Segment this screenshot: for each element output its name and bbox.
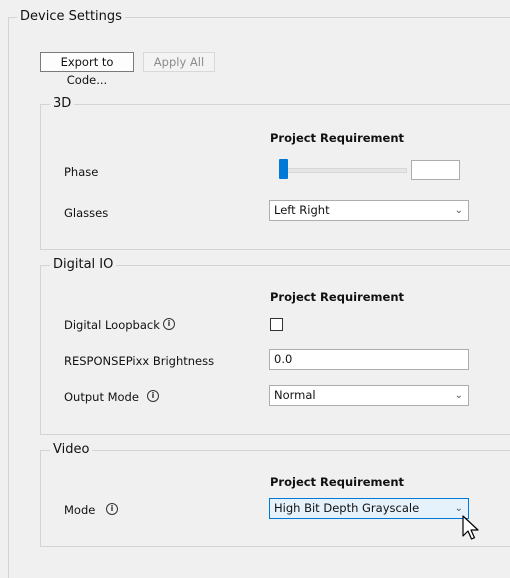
mouse-pointer-icon <box>462 515 479 540</box>
project-requirement-header-digital-io: Project Requirement <box>270 290 405 304</box>
phase-slider-track[interactable] <box>280 168 407 173</box>
info-icon[interactable]: i <box>147 390 159 402</box>
chevron-down-icon: ⌄ <box>454 205 463 216</box>
video-mode-label: Mode <box>64 503 96 517</box>
phase-slider-thumb[interactable] <box>279 159 288 179</box>
phase-label: Phase <box>64 165 99 179</box>
output-mode-dropdown-value: Normal <box>274 388 316 402</box>
digital-loopback-checkbox[interactable] <box>270 318 283 331</box>
video-mode-dropdown[interactable]: High Bit Depth Grayscale ⌄ <box>269 498 469 519</box>
apply-all-button[interactable]: Apply All <box>143 52 215 72</box>
output-mode-label: Output Mode <box>64 390 139 404</box>
section-video-title: Video <box>50 442 93 457</box>
info-icon[interactable]: i <box>106 503 118 515</box>
glasses-dropdown[interactable]: Left Right ⌄ <box>269 200 469 221</box>
section-3d-title: 3D <box>50 96 75 111</box>
phase-value-field[interactable] <box>411 160 460 180</box>
section-digital-io-title: Digital IO <box>50 257 117 272</box>
responsepixx-brightness-field[interactable]: 0.0 <box>269 349 469 370</box>
digital-loopback-label: Digital Loopback <box>64 318 160 332</box>
project-requirement-header-video: Project Requirement <box>270 475 405 489</box>
video-mode-dropdown-value: High Bit Depth Grayscale <box>274 501 420 515</box>
glasses-label: Glasses <box>64 206 109 220</box>
output-mode-dropdown[interactable]: Normal ⌄ <box>269 385 469 406</box>
responsepixx-brightness-label: RESPONSEPixx Brightness <box>64 354 215 368</box>
project-requirement-header-3d: Project Requirement <box>270 131 405 145</box>
device-settings-title: Device Settings <box>17 9 125 24</box>
glasses-dropdown-value: Left Right <box>274 203 330 217</box>
export-to-code-button[interactable]: Export to Code... <box>40 52 134 87</box>
chevron-down-icon: ⌄ <box>454 390 463 401</box>
info-icon[interactable]: i <box>163 318 175 330</box>
